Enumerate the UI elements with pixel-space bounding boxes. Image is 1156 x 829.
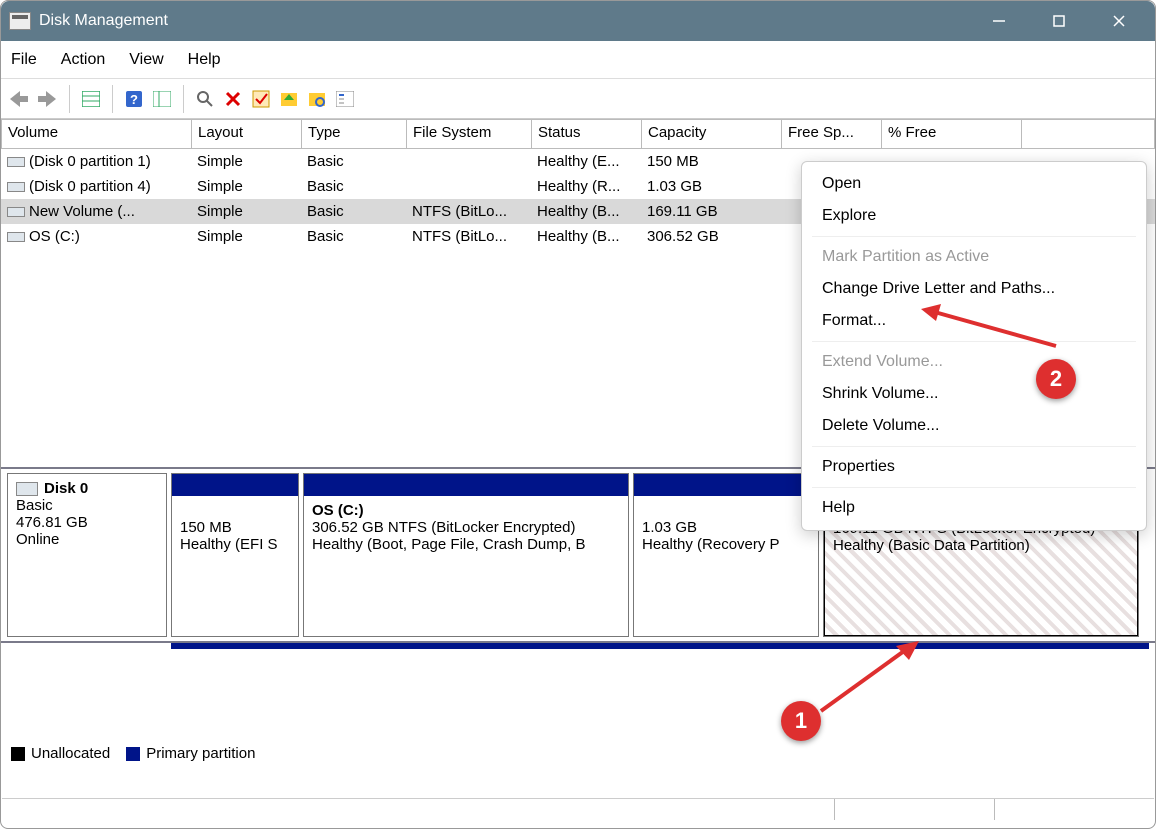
- cm-delete[interactable]: Delete Volume...: [802, 410, 1146, 442]
- annotation-arrow-1: [811, 631, 931, 721]
- window-title: Disk Management: [39, 12, 168, 30]
- col-freespace[interactable]: Free Sp...: [782, 120, 882, 148]
- volume-table-header: Volume Layout Type File System Status Ca…: [1, 119, 1155, 149]
- annotation-arrow-2: [916, 301, 1066, 351]
- table-view-icon[interactable]: [80, 88, 102, 110]
- cm-mark-active: Mark Partition as Active: [802, 241, 1146, 273]
- partition-box[interactable]: OS (C:)306.52 GB NTFS (BitLocker Encrypt…: [303, 473, 629, 637]
- separator: [812, 446, 1136, 447]
- legend-unallocated: Unallocated: [11, 745, 110, 762]
- partition-color-bar: [634, 474, 818, 496]
- cm-open[interactable]: Open: [802, 168, 1146, 200]
- separator: [112, 85, 113, 113]
- svg-text:?: ?: [130, 92, 138, 107]
- col-capacity[interactable]: Capacity: [642, 120, 782, 148]
- delete-icon[interactable]: [222, 88, 244, 110]
- search-icon[interactable]: [194, 88, 216, 110]
- app-icon: [9, 12, 31, 30]
- close-button[interactable]: [1107, 9, 1131, 33]
- col-layout[interactable]: Layout: [192, 120, 302, 148]
- cm-shrink[interactable]: Shrink Volume...: [802, 378, 1146, 410]
- disk-size: 476.81 GB: [16, 514, 158, 531]
- cm-explore[interactable]: Explore: [802, 200, 1146, 232]
- status-bar: [2, 798, 1154, 820]
- separator: [812, 487, 1136, 488]
- menu-help[interactable]: Help: [188, 51, 221, 69]
- cm-help[interactable]: Help: [802, 492, 1146, 524]
- disk-label: Disk 0: [44, 480, 88, 497]
- minimize-button[interactable]: [987, 9, 1011, 33]
- annotation-badge-1: 1: [781, 701, 821, 741]
- col-status[interactable]: Status: [532, 120, 642, 148]
- col-pctfree[interactable]: % Free: [882, 120, 1022, 148]
- check-icon[interactable]: [250, 88, 272, 110]
- partition-color-bar: [172, 474, 298, 496]
- menu-action[interactable]: Action: [61, 51, 105, 69]
- partition-color-bar: [304, 474, 628, 496]
- partition-box[interactable]: 150 MBHealthy (EFI S: [171, 473, 299, 637]
- disk-state: Online: [16, 531, 158, 548]
- annotation-badge-2: 2: [1036, 359, 1076, 399]
- disk-info-panel[interactable]: Disk 0 Basic 476.81 GB Online: [7, 473, 167, 637]
- separator: [69, 85, 70, 113]
- col-filesystem[interactable]: File System: [407, 120, 532, 148]
- drive-icon: [7, 182, 25, 192]
- legend-primary: Primary partition: [126, 745, 255, 762]
- up-icon[interactable]: [278, 88, 300, 110]
- maximize-button[interactable]: [1047, 9, 1071, 33]
- cm-properties[interactable]: Properties: [802, 451, 1146, 483]
- back-icon[interactable]: [9, 88, 31, 110]
- find-icon[interactable]: [306, 88, 328, 110]
- help-icon[interactable]: ?: [123, 88, 145, 110]
- list-view-icon[interactable]: [151, 88, 173, 110]
- properties-icon[interactable]: [334, 88, 356, 110]
- drive-icon: [7, 157, 25, 167]
- disk-icon: [16, 482, 38, 496]
- separator: [812, 236, 1136, 237]
- partition-box[interactable]: 1.03 GBHealthy (Recovery P: [633, 473, 819, 637]
- disk-type: Basic: [16, 497, 158, 514]
- forward-icon[interactable]: [37, 88, 59, 110]
- col-volume[interactable]: Volume: [2, 120, 192, 148]
- drive-icon: [7, 207, 25, 217]
- drive-icon: [7, 232, 25, 242]
- col-type[interactable]: Type: [302, 120, 407, 148]
- separator: [183, 85, 184, 113]
- menu-file[interactable]: File: [11, 51, 37, 69]
- menu-view[interactable]: View: [129, 51, 163, 69]
